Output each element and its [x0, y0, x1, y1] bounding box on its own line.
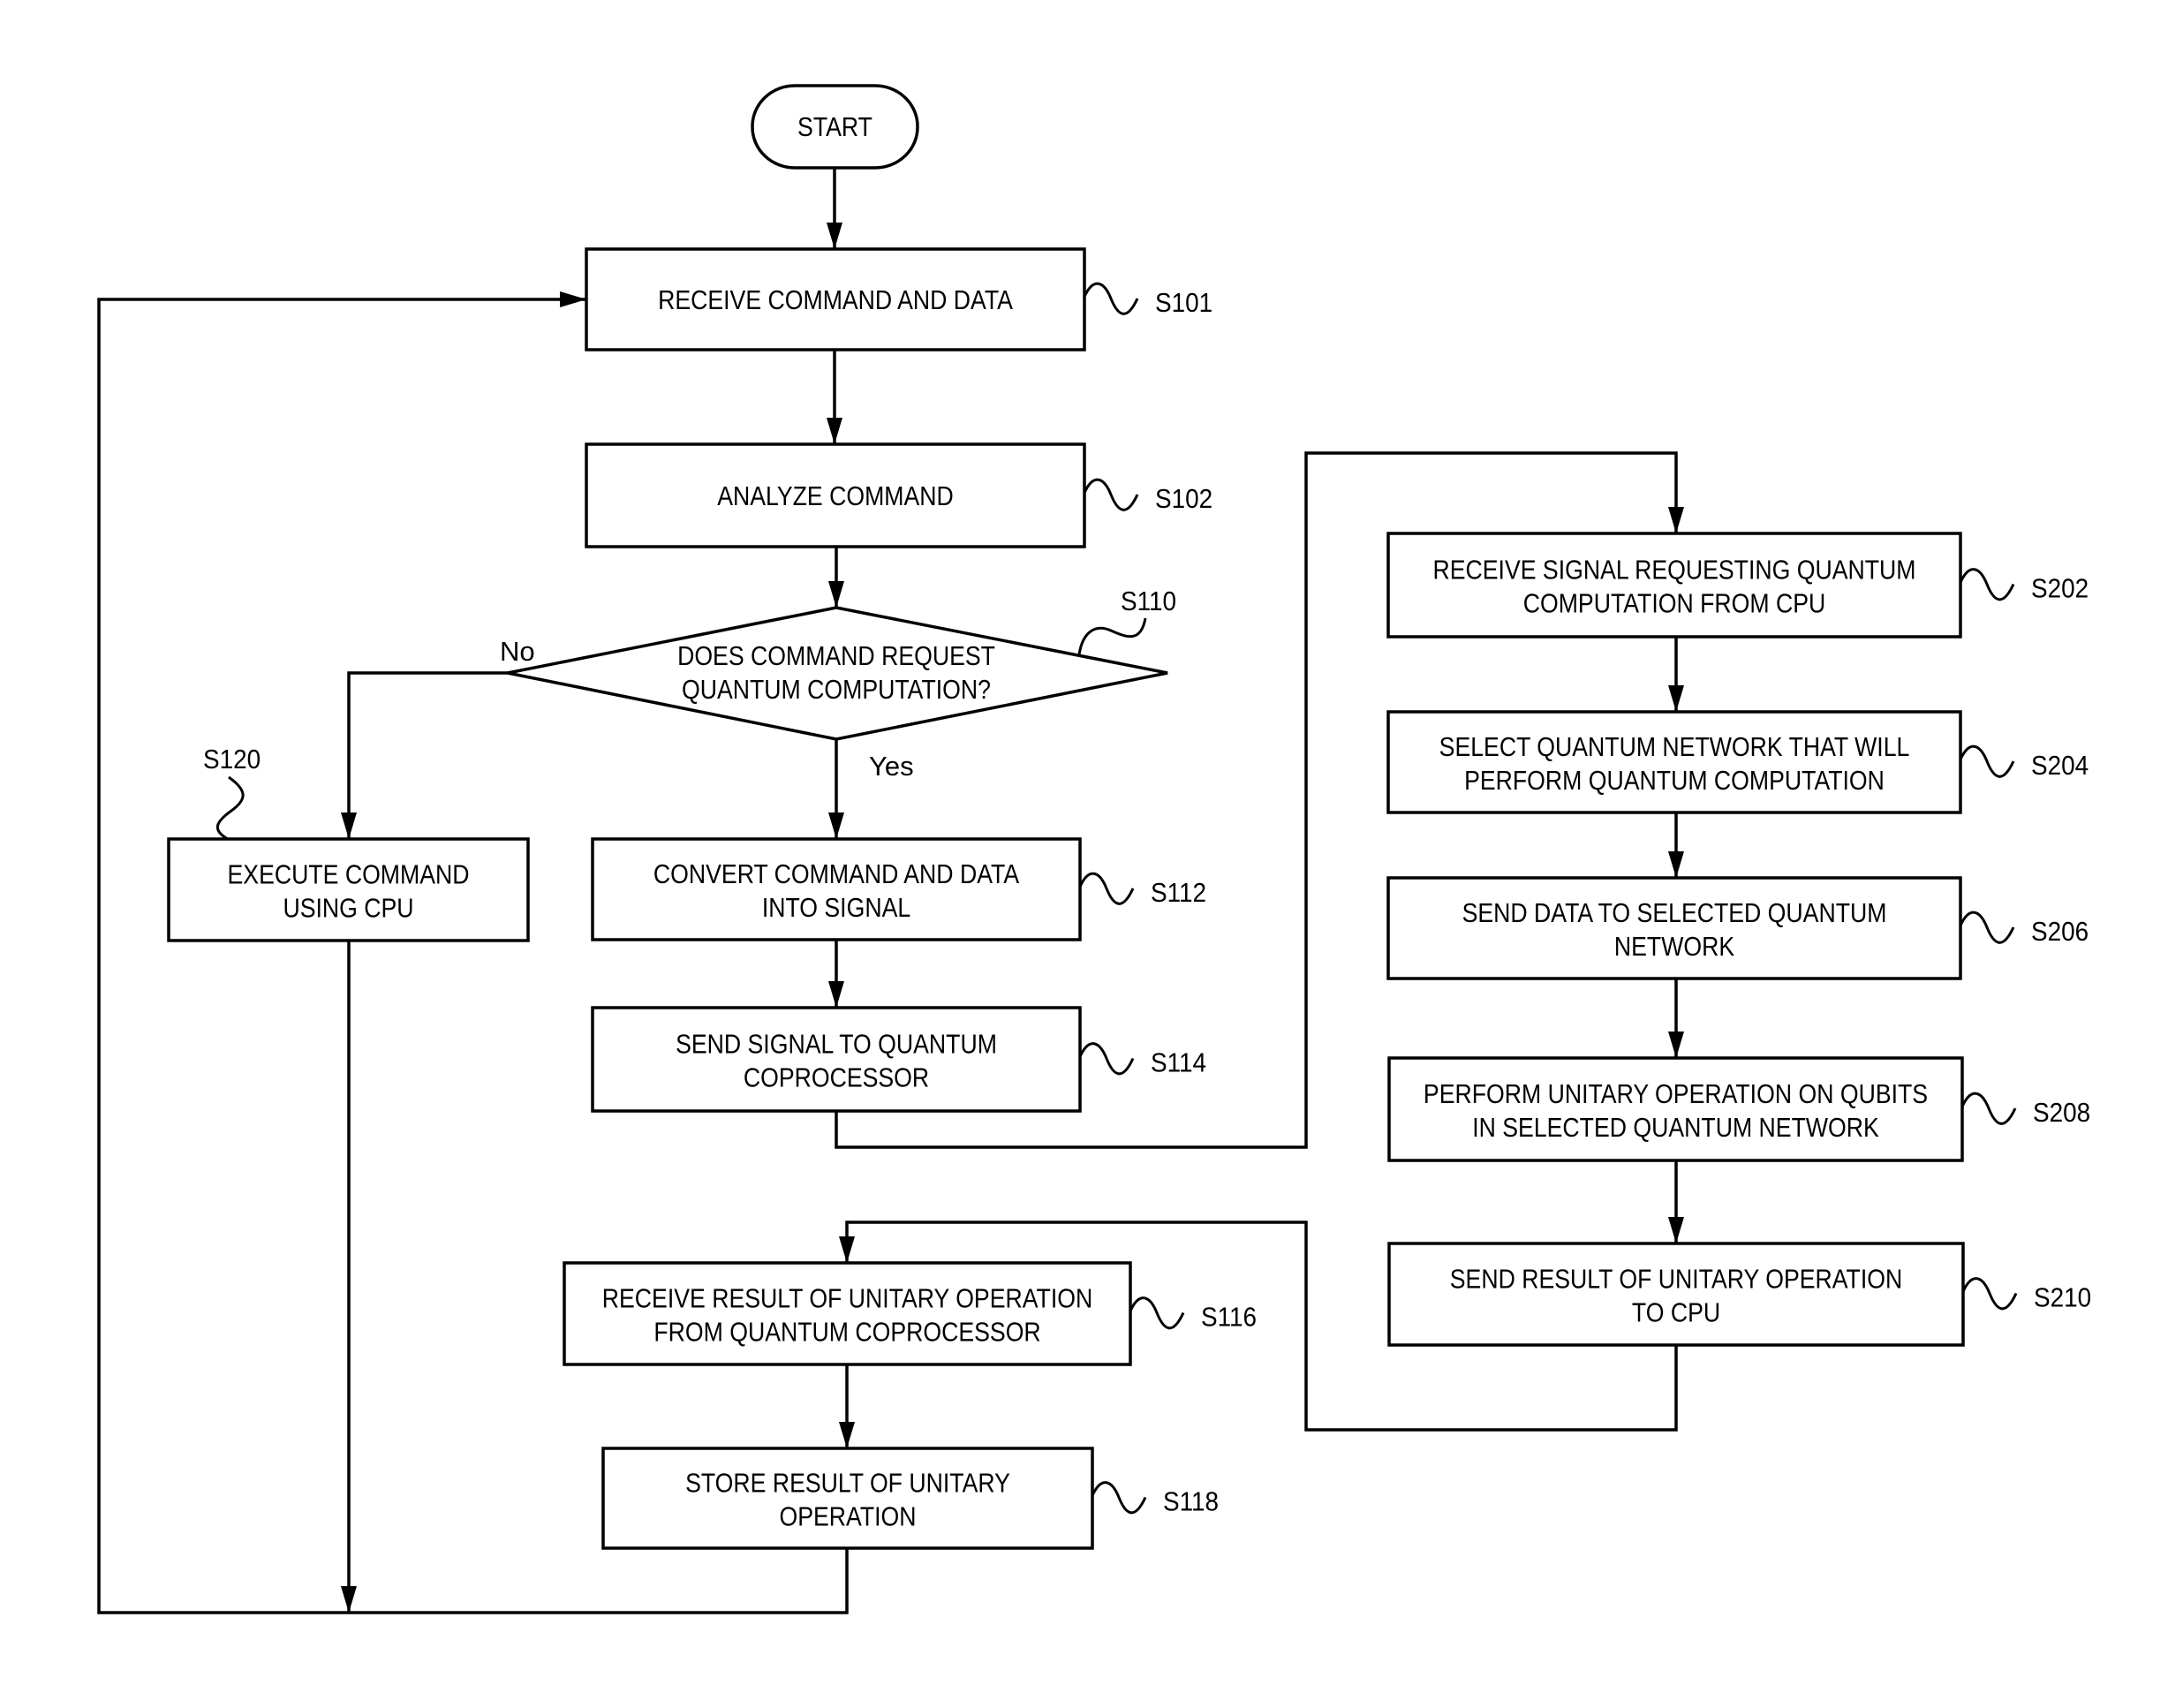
arrowhead-down-icon — [828, 981, 844, 1008]
step-label: S110 — [1121, 586, 1176, 617]
callout-squiggle-icon — [1961, 1277, 2018, 1311]
process-text-line: SELECT QUANTUM NETWORK THAT WILL — [1439, 732, 1910, 762]
callout-squiggle-icon — [1078, 1042, 1135, 1076]
step-label: S208 — [2033, 1098, 2090, 1129]
step-label: S102 — [1155, 484, 1212, 515]
arrowhead-down-icon — [827, 223, 842, 249]
process-text-line: COPROCESSOR — [744, 1063, 929, 1093]
callout-squiggle-icon — [1959, 568, 2015, 601]
callout-squiggle-icon — [1078, 872, 1135, 905]
arrowhead-down-icon — [839, 1236, 855, 1263]
step-label: S120 — [203, 744, 261, 775]
step-callout-s202: S202 — [1959, 568, 2089, 604]
callout-squiggle-icon — [1129, 1296, 1185, 1330]
process-text-line: CONVERT COMMAND AND DATA — [653, 859, 1020, 889]
step-callout-s208: S208 — [1960, 1092, 2090, 1129]
arrowhead-down-icon — [341, 812, 357, 839]
process-text-line: PERFORM QUANTUM COMPUTATION — [1464, 766, 1885, 796]
process-text-line: PERFORM UNITARY OPERATION ON QUBITS — [1424, 1079, 1928, 1109]
branch-label-no: No — [500, 636, 535, 667]
process-text-line: NETWORK — [1614, 932, 1734, 962]
step-label: S204 — [2031, 751, 2089, 782]
step-callout-s118: S118 — [1091, 1481, 1219, 1517]
arrowhead-down-icon — [828, 581, 844, 608]
arrowhead-down-icon — [1668, 685, 1684, 712]
node-s208: PERFORM UNITARY OPERATION ON QUBITS IN SE… — [1387, 1056, 1964, 1162]
process-text-line: FROM QUANTUM COPROCESSOR — [653, 1318, 1040, 1348]
decision-text-line: QUANTUM COMPUTATION? — [682, 675, 991, 705]
callout-squiggle-icon — [1077, 617, 1147, 655]
process-text-line: SEND SIGNAL TO QUANTUM — [676, 1030, 997, 1060]
process-text-line: EXECUTE COMMAND — [228, 860, 470, 890]
branch-label-yes: Yes — [869, 751, 914, 782]
process-text-line: STORE RESULT OF UNITARY — [685, 1469, 1010, 1499]
node-s210: SEND RESULT OF UNITARY OPERATIONTO CPU — [1387, 1242, 1965, 1347]
arrowhead-down-icon — [1668, 507, 1684, 533]
callout-squiggle-icon — [1959, 911, 2015, 944]
callout-squiggle-icon — [1083, 282, 1139, 315]
callout-squiggle-icon — [1960, 1092, 2017, 1125]
start-terminator: START — [751, 84, 919, 170]
node-s101: RECEIVE COMMAND AND DATA — [585, 247, 1086, 351]
step-callout-s116: S116 — [1129, 1296, 1257, 1333]
callout-squiggle-icon — [216, 775, 245, 841]
process-text-line: RECEIVE RESULT OF UNITARY OPERATION — [602, 1284, 1092, 1314]
process-text-line: SEND RESULT OF UNITARY OPERATION — [1450, 1265, 1902, 1295]
process-text-line: TO CPU — [1632, 1298, 1720, 1328]
step-label: S210 — [2034, 1282, 2091, 1313]
decision-text-line: DOES COMMAND REQUEST — [677, 641, 995, 671]
step-label: S114 — [1151, 1047, 1206, 1078]
process-text-line: COMPUTATION FROM CPU — [1523, 589, 1826, 619]
node-s110: DOES COMMAND REQUEST QUANTUM COMPUTATION? — [507, 606, 1168, 741]
arrowhead-down-icon — [1668, 1032, 1684, 1058]
callout-squiggle-icon — [1091, 1481, 1147, 1515]
step-callout-s204: S204 — [1959, 744, 2089, 782]
start-label: START — [797, 112, 872, 142]
node-s112: CONVERT COMMAND AND DATA INTO SIGNAL — [591, 837, 1082, 941]
flowchart-canvas: START RECEIVE COMMAND AND DATA ANALYZE COM… — [97, 84, 2091, 1614]
step-label: S112 — [1151, 878, 1206, 909]
step-callout-s102: S102 — [1083, 478, 1212, 515]
step-callout-s112: S112 — [1078, 872, 1206, 909]
decision-diamond — [507, 606, 1168, 741]
node-s204: SELECT QUANTUM NETWORK THAT WILL PERFORM … — [1386, 710, 1962, 814]
arrowhead-down-icon — [839, 1422, 855, 1448]
step-callout-s101: S101 — [1083, 282, 1212, 319]
step-label: S206 — [2031, 917, 2089, 948]
step-callout-s120: S120 — [203, 744, 261, 841]
step-label: S202 — [2031, 573, 2089, 604]
process-text-line: IN SELECTED QUANTUM NETWORK — [1472, 1113, 1879, 1143]
node-s202: RECEIVE SIGNAL REQUESTING QUANTUMCOMPUTA… — [1386, 532, 1962, 639]
process-text-line: ANALYZE COMMAND — [717, 481, 954, 511]
edge-s110-s120-no — [347, 671, 508, 839]
step-callout-s110: S110 — [1077, 586, 1176, 655]
arrowhead-down-icon — [1668, 851, 1684, 878]
node-s114: SEND SIGNAL TO QUANTUMCOPROCESSOR — [591, 1006, 1082, 1113]
step-label: S101 — [1155, 288, 1212, 319]
callout-squiggle-icon — [1959, 744, 2015, 778]
step-label: S116 — [1201, 1302, 1257, 1333]
arrowhead-right-icon — [560, 291, 586, 307]
node-s118: STORE RESULT OF UNITARYOPERATION — [601, 1447, 1094, 1550]
arrowhead-down-icon — [341, 1586, 357, 1613]
arrowhead-down-icon — [1668, 1217, 1684, 1243]
node-s206: SEND DATA TO SELECTED QUANTUM NETWORK — [1386, 876, 1962, 980]
process-text-line: OPERATION — [779, 1502, 916, 1532]
process-text-line: USING CPU — [283, 894, 413, 924]
process-text-line: RECEIVE SIGNAL REQUESTING QUANTUM — [1432, 555, 1915, 586]
step-label: S118 — [1163, 1486, 1219, 1517]
arrowhead-down-icon — [827, 418, 842, 444]
process-text-line: SEND DATA TO SELECTED QUANTUM — [1462, 898, 1887, 928]
node-s116: RECEIVE RESULT OF UNITARY OPERATION FROM … — [563, 1261, 1132, 1366]
step-callout-s210: S210 — [1961, 1277, 2091, 1313]
arrowhead-down-icon — [828, 812, 844, 839]
node-s102: ANALYZE COMMAND — [585, 442, 1086, 548]
node-s120: EXECUTE COMMAND USING CPU — [167, 837, 530, 942]
nodes-layer: START RECEIVE COMMAND AND DATA ANALYZE COM… — [167, 84, 1965, 1550]
process-text-line: INTO SIGNAL — [762, 893, 910, 923]
step-callout-s114: S114 — [1078, 1042, 1206, 1078]
step-callout-s206: S206 — [1959, 911, 2089, 948]
callout-squiggle-icon — [1083, 478, 1139, 511]
process-text-line: RECEIVE COMMAND AND DATA — [658, 285, 1014, 315]
